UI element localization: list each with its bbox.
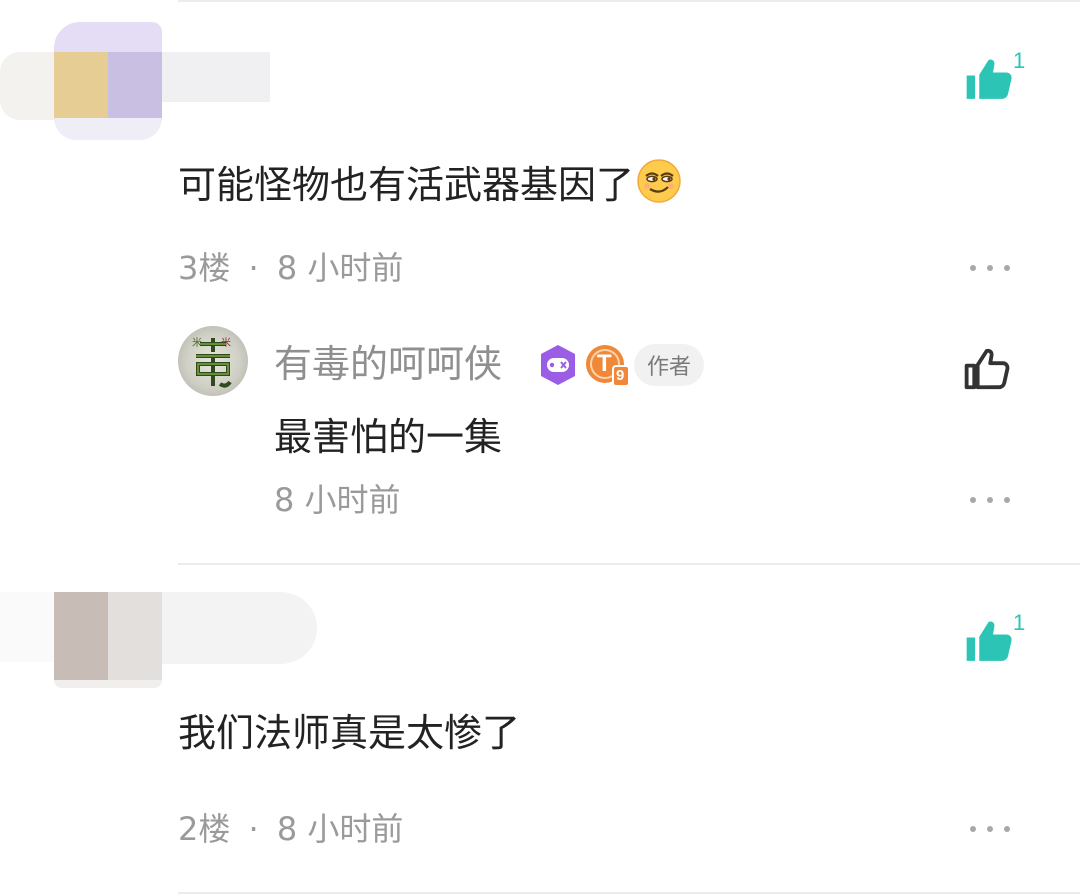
comment-meta: 2楼 · 8 小时前: [178, 813, 403, 845]
level-badge-letter: T: [597, 350, 612, 377]
game-controller-badge-icon: [536, 343, 580, 387]
thumbs-up-icon: [966, 621, 1012, 661]
separator: ·: [248, 249, 259, 287]
floor-number: 2楼: [178, 810, 231, 848]
smirk-face-emoji: [636, 158, 682, 210]
reply-text: 最害怕的一集: [274, 415, 503, 459]
reply-timestamp: 8 小时前: [274, 481, 401, 519]
more-dots-icon[interactable]: [970, 490, 1010, 510]
floor-number: 3楼: [178, 249, 231, 287]
comment-text: 可能怪物也有活武器基因了: [178, 158, 682, 210]
blurred-user-info: [0, 592, 320, 688]
comment-meta: 3楼 · 8 小时前: [178, 252, 403, 284]
level-badge: T 9: [585, 342, 631, 388]
level-badge-number: 9: [616, 367, 625, 384]
more-dots-icon[interactable]: [970, 819, 1010, 839]
like-count: 1: [1013, 48, 1026, 73]
thumbs-up-icon: [966, 59, 1012, 99]
avatar[interactable]: 米 米: [178, 326, 248, 396]
author-badge: 作者: [634, 344, 705, 386]
more-dots-icon[interactable]: [970, 258, 1010, 278]
timestamp: 8 小时前: [276, 810, 404, 848]
timestamp: 8 小时前: [276, 249, 404, 287]
separator: ·: [248, 810, 259, 848]
like-count: 1: [1013, 610, 1026, 635]
divider: [178, 563, 1080, 565]
thumbs-up-icon: [964, 348, 1010, 390]
comment-text: 我们法师真是太惨了: [178, 711, 521, 755]
reply-like-button[interactable]: [953, 334, 1023, 404]
reply-username[interactable]: 有毒的呵呵侠: [274, 345, 502, 383]
blurred-user-info: [0, 18, 300, 140]
divider: [178, 0, 1080, 2]
comment-list: 1 可能怪物也有活武器基因了 3楼 · 8 小时前 米 米 有毒的呵呵侠 T 9…: [0, 0, 1080, 896]
divider: [178, 892, 1080, 894]
